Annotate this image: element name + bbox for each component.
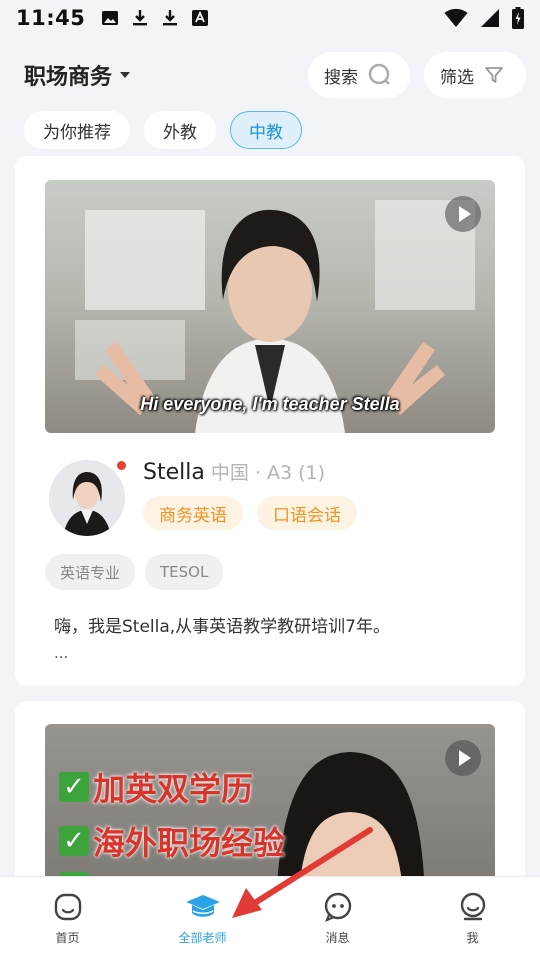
tab-recommended[interactable]: 为你推荐 (24, 111, 130, 149)
signal-icon (481, 9, 499, 27)
status-system-icons (444, 7, 524, 29)
intro-video[interactable]: Hi everyone, I'm teacher Stella (45, 180, 495, 433)
cert-tag: 英语专业 (45, 554, 136, 590)
skill-tag: 商务英语 (143, 496, 243, 530)
play-icon[interactable] (445, 740, 481, 776)
download-icon-2 (163, 10, 178, 26)
teacher-intro: 嗨，我是Stella,从事英语教学教研培训7年。 (54, 617, 390, 637)
filter-icon (485, 67, 503, 83)
keyboard-a-icon (192, 10, 209, 26)
search-icon (368, 63, 390, 85)
check-icon: ✓ (59, 826, 89, 856)
header: 职场商务 搜索 筛选 (0, 48, 540, 102)
wifi-icon (444, 8, 468, 27)
play-icon[interactable] (445, 196, 481, 232)
status-time: 11:45 (16, 6, 86, 30)
video-overlay-line: ✓ 加英双学历 (59, 764, 253, 810)
skill-tag: 口语会话 (257, 496, 357, 530)
intro-ellipsis: ... (54, 644, 69, 662)
teacher-info-line: Stella 中国 · A3 (1) (143, 458, 325, 485)
nav-label: 消息 (325, 931, 350, 945)
cert-tags: 英语专业 TESOL (45, 554, 224, 590)
download-icon (133, 10, 148, 26)
video-overlay-line: ✓ 海外职场经验 (59, 818, 285, 864)
tab-chinese-teacher[interactable]: 中教 (230, 111, 302, 149)
filter-button[interactable]: 筛选 (424, 52, 526, 98)
category-dropdown[interactable]: 职场商务 (24, 59, 131, 91)
battery-icon (512, 7, 524, 29)
status-bar: 11:45 (0, 0, 540, 36)
search-button[interactable]: 搜索 (308, 52, 410, 98)
search-label: 搜索 (324, 67, 358, 88)
nav-label: 全部老师 (178, 931, 227, 945)
nav-messages[interactable]: 消息 (270, 877, 405, 960)
nav-label: 我 (466, 931, 479, 945)
teachers-icon (185, 895, 220, 917)
filter-label: 筛选 (440, 67, 474, 88)
video-caption: Hi everyone, I'm teacher Stella (140, 394, 400, 414)
overlay-text: 海外职场经验 (93, 824, 286, 862)
message-icon (324, 892, 351, 923)
nav-label: 首页 (55, 931, 80, 945)
page-title: 职场商务 (24, 65, 113, 90)
overlay-text: 加英双学历 (93, 770, 254, 808)
teacher-type-tabs: 为你推荐 外教 中教 (24, 111, 302, 149)
bottom-nav: 首页 全部老师 消息 我 (0, 876, 540, 960)
cert-tag: TESOL (145, 554, 224, 590)
tab-foreign-teacher[interactable]: 外教 (144, 111, 216, 149)
check-icon: ✓ (59, 772, 89, 802)
nav-all-teachers[interactable]: 全部老师 (135, 877, 270, 960)
nav-me[interactable]: 我 (405, 877, 540, 960)
status-notification-icons (101, 9, 209, 27)
profile-icon (460, 892, 485, 921)
avatar-image (49, 460, 125, 536)
teacher-meta: 中国 · A3 (1) (210, 462, 326, 484)
teacher-name: Stella (143, 460, 205, 485)
home-icon (54, 893, 81, 921)
caret-down-icon (120, 72, 131, 78)
nav-home[interactable]: 首页 (0, 877, 135, 960)
skill-tags: 商务英语 口语会话 (143, 496, 357, 530)
online-status-dot (117, 461, 126, 470)
gallery-icon (102, 11, 119, 25)
avatar[interactable] (49, 460, 125, 536)
teacher-card[interactable]: Hi everyone, I'm teacher Stella Stella 中… (15, 156, 525, 686)
